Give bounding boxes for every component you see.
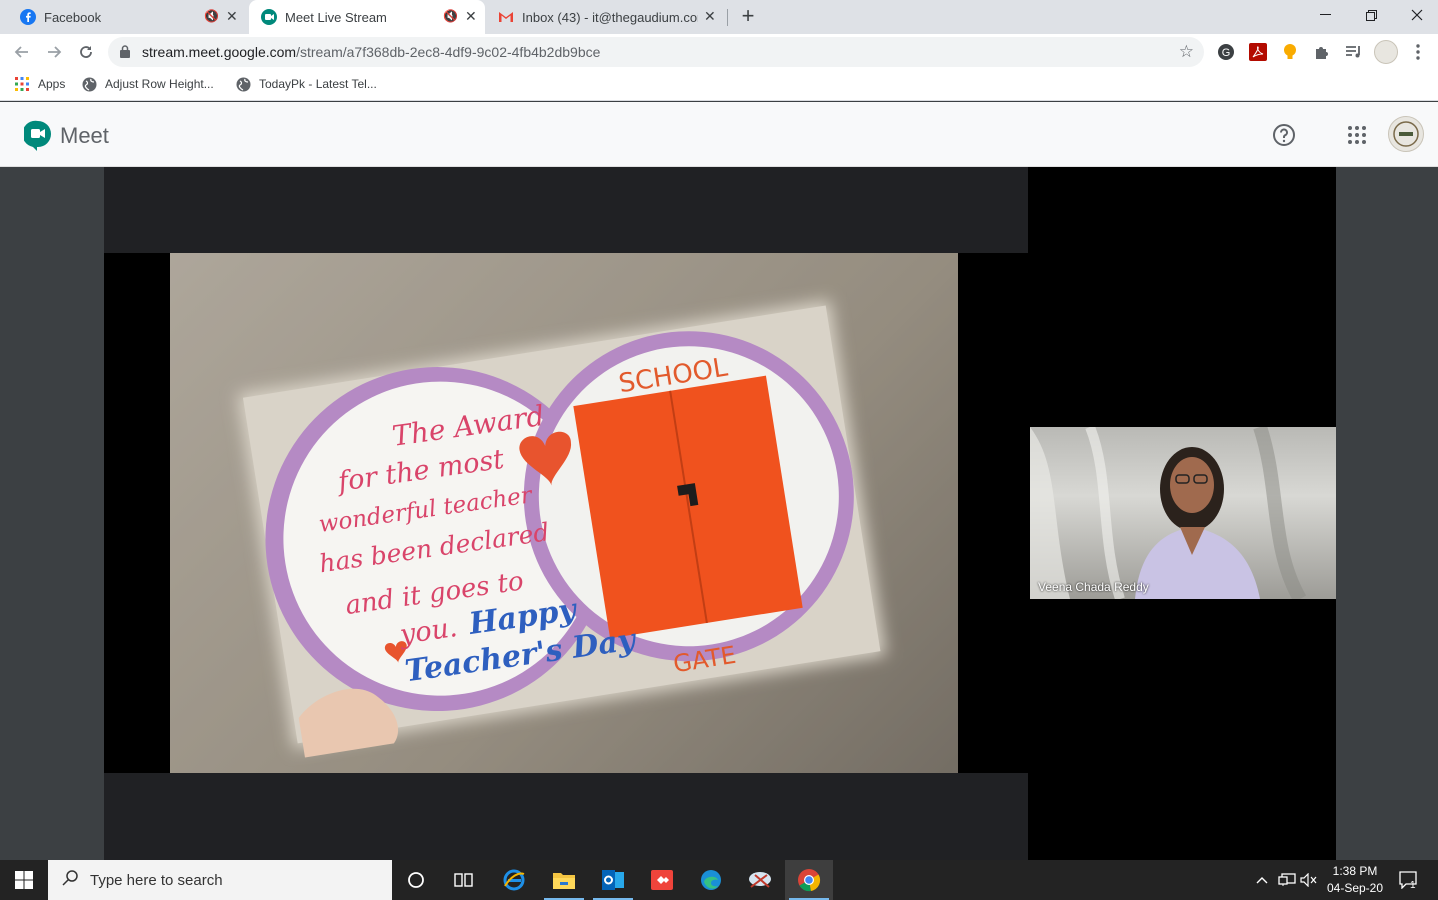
extension-grammarly-icon[interactable]: G [1216, 42, 1236, 62]
internet-explorer-icon[interactable] [490, 860, 538, 900]
tab-title: Facebook [44, 9, 102, 25]
action-center-notification-icon[interactable]: 1 [1394, 860, 1424, 900]
edge-icon[interactable] [687, 860, 735, 900]
outlook-icon[interactable] [589, 860, 637, 900]
main-video[interactable]: The Award for the most wonderful teacher… [170, 253, 958, 773]
browser-toolbar: stream.meet.google.com/stream/a7f368db-2… [0, 34, 1438, 70]
minimize-button[interactable] [1302, 0, 1348, 30]
chrome-menu-icon[interactable] [1408, 42, 1428, 62]
participant-video [1030, 427, 1307, 599]
account-avatar[interactable] [1388, 116, 1424, 152]
bookmark-adjust-row-height[interactable]: Adjust Row Height... [81, 76, 214, 92]
meet-header: Meet [0, 102, 1438, 167]
chrome-icon[interactable] [785, 860, 833, 900]
bookmark-apps[interactable]: Apps [14, 76, 65, 92]
tab-gmail-inbox[interactable]: Inbox (43) - it@thegaudium.com ✕ [486, 0, 728, 34]
participant-video-tile[interactable]: Veena Chada Reddy [1030, 427, 1336, 599]
bookmark-label: Adjust Row Height... [105, 77, 214, 91]
task-view-icon[interactable] [440, 860, 488, 900]
meet-logo-icon[interactable] [22, 120, 52, 157]
meet-brand-label: Meet [60, 123, 109, 148]
taskbar-search-box[interactable]: Type here to search [48, 860, 392, 900]
volume-muted-icon[interactable] [1298, 860, 1320, 900]
url-text: stream.meet.google.com/stream/a7f368db-2… [142, 44, 600, 60]
close-icon[interactable]: ✕ [465, 8, 477, 25]
svg-text:G: G [1222, 47, 1231, 59]
bookmark-label: TodayPk - Latest Tel... [259, 77, 377, 91]
google-apps-icon[interactable] [1348, 126, 1366, 149]
search-placeholder: Type here to search [90, 871, 223, 889]
close-icon[interactable]: ✕ [226, 8, 238, 25]
windows-taskbar: Type here to search 1:38 PM 04-Sep-20 1 [0, 860, 1438, 900]
speaker-muted-icon[interactable]: 🔇 [204, 9, 219, 23]
stream-stage: The Award for the most wonderful teacher… [0, 167, 1438, 860]
extension-bulb-icon[interactable] [1280, 42, 1300, 62]
url-host: stream.meet.google.com [142, 44, 297, 60]
cortana-icon[interactable] [392, 860, 440, 900]
clock-time: 1:38 PM [1332, 864, 1378, 878]
tab-strip: Facebook 🔇 ✕ Meet Live Stream 🔇 ✕ Inbox … [0, 0, 1438, 34]
bookmark-todaypk[interactable]: TodayPk - Latest Tel... [235, 76, 377, 92]
clock-date: 04-Sep-20 [1326, 881, 1384, 895]
globe-icon [81, 76, 97, 92]
windows-start-icon[interactable] [0, 860, 48, 900]
search-icon [62, 869, 78, 891]
facebook-icon [20, 9, 36, 25]
media-queue-icon[interactable] [1344, 42, 1364, 62]
bookmarks-bar: Apps Adjust Row Height... TodayPk - Late… [0, 70, 1438, 101]
tab-title: Inbox (43) - it@thegaudium.com [522, 9, 698, 25]
card-illustration: The Award for the most wonderful teacher… [170, 253, 958, 773]
network-icon[interactable] [1276, 860, 1298, 900]
taskbar-clock[interactable]: 1:38 PM 04-Sep-20 [1320, 863, 1390, 897]
extension-acrobat-icon[interactable] [1248, 42, 1268, 62]
tab-separator [727, 9, 728, 26]
gmail-icon [498, 9, 514, 25]
participant-name: Veena Chada Reddy [1038, 580, 1149, 594]
anydesk-icon[interactable] [638, 860, 686, 900]
file-explorer-icon[interactable] [540, 860, 588, 900]
tab-title: Meet Live Stream [285, 9, 387, 25]
bookmark-label: Apps [38, 77, 66, 91]
notification-count: 1 [1410, 880, 1416, 891]
snipping-tool-icon[interactable] [736, 860, 784, 900]
restore-button[interactable] [1348, 0, 1394, 30]
address-bar[interactable]: stream.meet.google.com/stream/a7f368db-2… [108, 37, 1204, 67]
forward-button[interactable] [42, 40, 66, 64]
apps-grid-icon [14, 76, 30, 92]
lock-icon[interactable] [120, 45, 130, 63]
back-button[interactable] [10, 40, 34, 64]
globe-icon [235, 76, 251, 92]
new-tab-button[interactable]: + [736, 4, 760, 28]
profile-avatar[interactable] [1374, 40, 1398, 64]
help-icon[interactable] [1272, 123, 1296, 147]
speaker-muted-icon[interactable]: 🔇 [443, 9, 458, 23]
meet-icon [261, 9, 277, 25]
close-window-button[interactable] [1394, 0, 1438, 30]
tab-facebook[interactable]: Facebook 🔇 ✕ [0, 0, 246, 34]
extensions-puzzle-icon[interactable] [1312, 42, 1332, 62]
show-hidden-icons-chevron-up-icon[interactable] [1252, 860, 1272, 900]
url-path: /stream/a7f368db-2ec8-4df9-9c02-4fb4b2db… [296, 44, 601, 60]
close-icon[interactable]: ✕ [704, 8, 716, 25]
reload-button[interactable] [74, 40, 98, 64]
bookmark-star-icon[interactable]: ☆ [1179, 42, 1194, 62]
tab-meet-live-stream[interactable]: Meet Live Stream 🔇 ✕ [249, 0, 485, 34]
